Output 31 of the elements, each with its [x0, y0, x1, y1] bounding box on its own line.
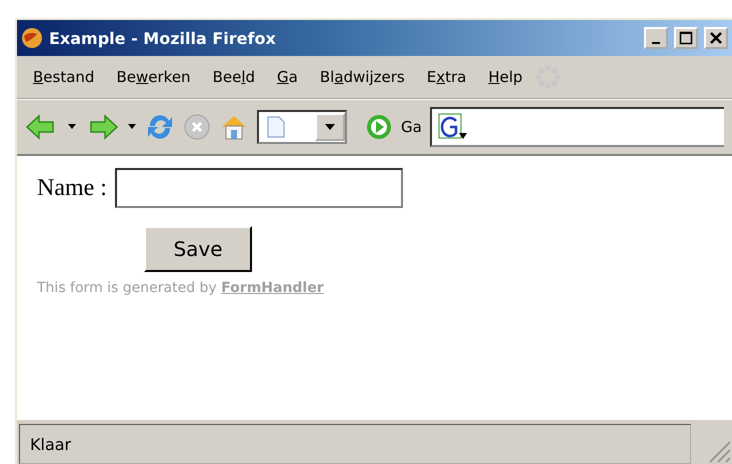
search-engine-icon[interactable]	[438, 113, 468, 141]
menu-item[interactable]: Help	[478, 68, 535, 86]
stop-icon[interactable]	[183, 113, 211, 141]
globe-icon	[21, 27, 43, 49]
caret-icon	[325, 124, 335, 130]
close-icon	[709, 31, 723, 45]
address-field[interactable]	[257, 110, 347, 144]
name-label: Name :	[37, 174, 107, 202]
window-title: Example - Mozilla Firefox	[49, 28, 277, 48]
search-field[interactable]	[430, 107, 724, 147]
minimize-icon	[652, 42, 660, 44]
menu-item[interactable]: Bewerken	[106, 68, 203, 86]
caret-icon[interactable]	[67, 124, 77, 130]
minimize-button[interactable]	[644, 27, 668, 49]
menu-item[interactable]: Bestand	[23, 68, 106, 86]
go-label[interactable]: Ga	[401, 118, 422, 136]
menu-item[interactable]: Bladwijzers	[310, 68, 417, 86]
menu-item[interactable]: Extra	[416, 68, 478, 86]
maximize-button[interactable]	[674, 27, 698, 49]
go-icon[interactable]	[365, 113, 393, 141]
page-icon	[267, 116, 285, 138]
name-input[interactable]	[114, 168, 403, 208]
maximize-icon	[679, 31, 693, 45]
footer-text: This form is generated by FormHandler	[37, 280, 325, 296]
save-button[interactable]: Save	[144, 226, 252, 272]
dropdown-button[interactable]	[315, 113, 345, 141]
caret-icon[interactable]	[127, 124, 137, 130]
status-text: Klaar	[19, 424, 691, 464]
close-button[interactable]	[704, 27, 728, 49]
menu-item[interactable]: Beeld	[202, 68, 268, 86]
menu-item[interactable]: Ga	[267, 68, 310, 86]
